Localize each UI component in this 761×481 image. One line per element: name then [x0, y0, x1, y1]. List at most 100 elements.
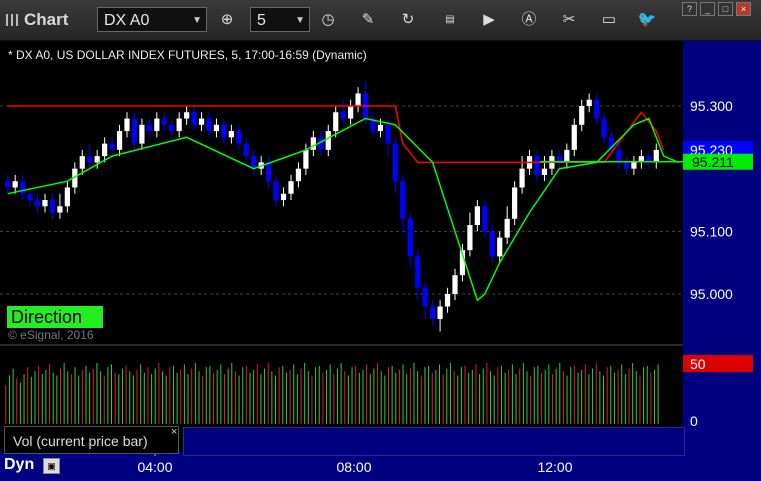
- candle-body: [340, 112, 346, 119]
- candle-body: [161, 118, 167, 125]
- candle-body: [34, 200, 41, 207]
- time-axis-bg: [0, 452, 761, 481]
- volume-bars: [5, 363, 659, 424]
- volume-study-label[interactable]: Vol (current price bar): [4, 426, 179, 454]
- candle-body: [236, 131, 242, 144]
- time-tick-label: 04:00: [137, 459, 172, 475]
- candle-body: [400, 181, 406, 219]
- candle-body: [295, 168, 302, 182]
- candle-body: [631, 162, 637, 169]
- candle-body: [243, 143, 249, 157]
- candle-body: [355, 93, 361, 106]
- candle-body: [64, 187, 70, 207]
- volume-marker-label: 50: [690, 356, 706, 372]
- candle-body: [452, 275, 458, 294]
- play-icon[interactable]: ▶: [476, 8, 502, 32]
- clock-icon[interactable]: ◷: [315, 8, 341, 32]
- chart-svg: 95.30095.10095.00095.23095.21150004:00 08…: [0, 41, 761, 481]
- candle-body: [310, 137, 316, 150]
- candle-body: [497, 237, 503, 257]
- candle-body: [303, 149, 309, 169]
- candle-body: [571, 124, 577, 150]
- candle-body: [564, 149, 570, 163]
- candle-body: [437, 306, 443, 320]
- candle-body: [519, 168, 525, 188]
- candle-body: [116, 131, 123, 150]
- price-tick-label: 95.100: [690, 223, 733, 239]
- candle-body: [482, 206, 488, 232]
- candle-body: [191, 112, 197, 125]
- candle-body: [333, 112, 339, 132]
- candle-body: [541, 168, 548, 175]
- candle-body: [586, 99, 592, 106]
- grip-icon[interactable]: [6, 14, 18, 26]
- candle-body: [221, 124, 227, 138]
- candle-body: [504, 218, 510, 238]
- candle-body: [251, 156, 257, 169]
- chart-header: * DX A0, US DOLLAR INDEX FUTURES, 5, 17:…: [8, 48, 367, 62]
- copyright-text: © eSignal, 2016: [8, 328, 94, 342]
- candle-body: [266, 162, 272, 182]
- candle-body: [206, 118, 212, 132]
- candle-body: [377, 124, 384, 132]
- time-tick-label: 12:00: [537, 459, 572, 475]
- candle-body: [146, 124, 152, 132]
- get-icon[interactable]: ▤: [437, 8, 463, 32]
- candle-body: [139, 124, 145, 144]
- toolbar: Chart DX A0 ▼ ⊕ 5 ▼ ◷ ✎ ↻ ▤ ▶ Ⓐ ✂ ▭ 🐦 ? …: [0, 0, 761, 41]
- chevron-down-icon[interactable]: ▼: [192, 8, 202, 33]
- volume-close-icon[interactable]: ×: [171, 426, 177, 438]
- chat-icon[interactable]: ▭: [596, 8, 622, 32]
- candle-body: [184, 112, 190, 119]
- grid-lines: [0, 105, 683, 295]
- help-button[interactable]: ?: [682, 2, 697, 16]
- candle-body: [385, 124, 391, 144]
- candle-body: [407, 218, 413, 257]
- dynamic-mode-label[interactable]: Dyn: [4, 456, 34, 474]
- maximize-button[interactable]: □: [718, 2, 733, 16]
- candle-body: [102, 143, 108, 157]
- alert-icon[interactable]: Ⓐ: [516, 8, 542, 32]
- green-level-label: 95.211: [692, 154, 734, 170]
- candle-body: [131, 118, 138, 144]
- chart-area[interactable]: 95.300 95.100 95.000 95.230 95.211 50 0 04:00 08…: [0, 41, 761, 481]
- candle-body: [79, 156, 85, 169]
- indicator-lines: [7, 105, 679, 302]
- candle-body: [94, 156, 100, 163]
- candle-body: [20, 181, 26, 194]
- interval-input[interactable]: 5 ▼: [250, 7, 310, 32]
- candle-body: [534, 156, 540, 175]
- pencil-icon[interactable]: ✎: [355, 8, 381, 32]
- candle-body: [601, 118, 607, 138]
- chevron-down-icon[interactable]: ▼: [295, 8, 305, 33]
- volume-study-panel: [183, 427, 685, 456]
- candle-body: [288, 181, 294, 194]
- twitter-icon[interactable]: 🐦: [634, 8, 660, 32]
- close-button[interactable]: ×: [736, 2, 751, 16]
- candle-body: [623, 162, 630, 169]
- candle-body: [5, 181, 11, 188]
- candle-body: [594, 99, 600, 119]
- minimize-button[interactable]: _: [700, 2, 715, 16]
- symbol-value: DX A0: [104, 12, 150, 29]
- candle-body: [124, 118, 130, 132]
- time-tick-label: 08:00: [336, 459, 371, 475]
- refresh-icon[interactable]: ↻: [395, 8, 421, 32]
- candle-body: [415, 256, 421, 288]
- candle-body: [57, 206, 63, 213]
- lock-icon[interactable]: ▣: [43, 458, 60, 474]
- candle-body: [616, 149, 622, 163]
- tools-icon[interactable]: ✂: [556, 8, 582, 32]
- candle-body: [27, 193, 33, 200]
- candle-body: [422, 287, 428, 307]
- panel-title: Chart: [6, 10, 68, 30]
- candle-body: [273, 181, 279, 200]
- candle-body: [325, 131, 331, 150]
- candle-body: [198, 118, 205, 125]
- price-axis: 95.30095.10095.00095.23095.21150004:00 08…: [137, 98, 753, 475]
- crosshair-icon[interactable]: ⊕: [214, 8, 240, 32]
- candle-body: [653, 149, 659, 163]
- price-tick-label: 95.300: [690, 98, 733, 114]
- symbol-input[interactable]: DX A0 ▼: [97, 7, 207, 32]
- candle-body: [42, 200, 48, 207]
